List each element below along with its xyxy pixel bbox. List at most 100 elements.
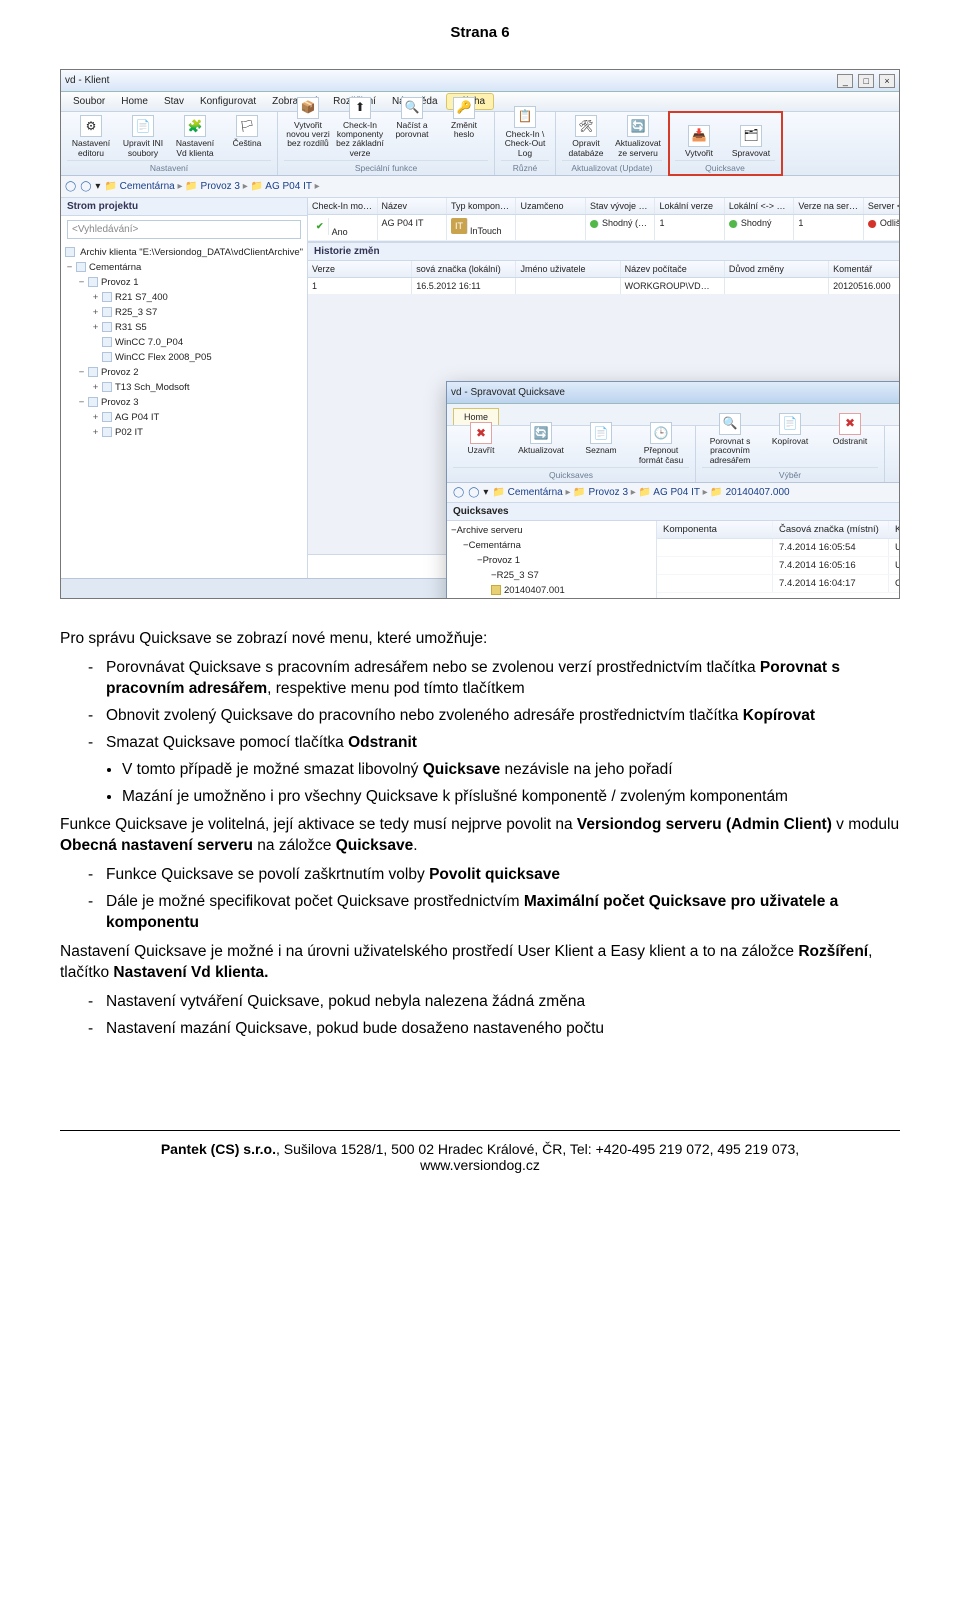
- project-tree[interactable]: Archiv klienta "E:\Versiondog_DATA\vdCli…: [61, 243, 307, 578]
- menu-soubor[interactable]: Soubor: [65, 94, 113, 109]
- popup-title: vd - Spravovat Quicksave: [451, 387, 565, 398]
- tree-node[interactable]: −Cementárna: [65, 260, 303, 275]
- history-title: Historie změn: [308, 243, 900, 261]
- quicksaves-panel-title: Quicksaves: [447, 503, 900, 521]
- quicksave-tree[interactable]: −Archive serveru−Cementárna−Provoz 1−R25…: [447, 521, 657, 599]
- ribbon-btn-vytvořit[interactable]: 📥Vytvořit: [675, 123, 723, 160]
- breadcrumb-item[interactable]: 📁 AG P04 IT: [251, 181, 312, 192]
- menu-home[interactable]: Home: [113, 94, 156, 109]
- btn-icon: 🔍: [719, 413, 741, 435]
- paragraph-3: Nastavení Quicksave je možné i na úrovni…: [60, 942, 900, 984]
- ribbon-icon: 🗂: [740, 125, 762, 147]
- popup-breadcrumb-item[interactable]: 📁 Provoz 3: [573, 487, 628, 498]
- minimize-button[interactable]: _: [837, 74, 853, 88]
- qs-table-row[interactable]: 7.4.2014 16:04:17Obrazovka Linka AD: [657, 575, 900, 593]
- ribbon-btn-vytvořit-novou-verzi-bez-rozdílů[interactable]: 📦Vytvořit novou verzi bez rozdílů: [284, 95, 332, 160]
- ribbon-btn-čeština[interactable]: 🏳Čeština: [223, 113, 271, 160]
- tree-node[interactable]: WinCC 7.0_P04: [65, 335, 303, 350]
- popup-breadcrumb: ◯◯▾ 📁 Cementárna ▸ 📁 Provoz 3 ▸ 📁 AG P04…: [447, 483, 900, 503]
- maximize-button[interactable]: □: [858, 74, 874, 88]
- ribbon-group-různé: 📋Check-In \ Check-Out LogRůzné: [495, 112, 556, 175]
- folder-icon: [65, 247, 75, 257]
- popup-breadcrumb-item[interactable]: 📁 20140407.000: [710, 487, 789, 498]
- popup-btn-přepnout-formát-času[interactable]: 🕒Přepnout formát času: [633, 420, 689, 467]
- tree-node[interactable]: +P02 IT: [65, 425, 303, 440]
- ribbon-btn-spravovat[interactable]: 🗂Spravovat: [727, 123, 775, 160]
- breadcrumb-item[interactable]: 📁 Provoz 3: [185, 181, 240, 192]
- ribbon: ⚙Nastavení editoru📄Upravit INI soubory🧩N…: [61, 112, 899, 176]
- qs-tree-node[interactable]: −Cementárna: [451, 538, 652, 553]
- ribbon-btn-check-in-komponenty-bez-základní-verze[interactable]: ⬆Check-In komponenty bez základní verze: [336, 95, 384, 160]
- folder-icon: [102, 337, 112, 347]
- page-footer: Pantek (CS) s.r.o., Sušilova 1528/1, 500…: [60, 1130, 900, 1173]
- history-panel: Historie změn Verzesová značka (lokální)…: [308, 242, 900, 295]
- tree-node[interactable]: +R21 S7_400: [65, 290, 303, 305]
- btn-icon: 📄: [590, 422, 612, 444]
- folder-icon: [88, 277, 98, 287]
- paragraph-2: Funkce Quicksave je volitelná, její akti…: [60, 815, 900, 857]
- grid-row[interactable]: ✔AnoAG P04 ITITInTouchShodný (7.4.2014 1…: [308, 215, 900, 241]
- ribbon-btn-načíst-a-porovnat[interactable]: 🔍Načíst a porovnat: [388, 95, 436, 160]
- close-button[interactable]: ×: [879, 74, 895, 88]
- file-icon: [491, 585, 501, 595]
- ribbon-icon: ⚙: [80, 115, 102, 137]
- btn-icon: 🔄: [530, 422, 552, 444]
- folder-icon: [102, 412, 112, 422]
- qs-tree-node[interactable]: 20140407.000: [451, 598, 652, 599]
- popup-btn-odstranit[interactable]: ✖Odstranit: [822, 411, 878, 467]
- popup-btn-porovnat-s-pracovním-adresářem[interactable]: 🔍Porovnat s pracovním adresářem: [702, 411, 758, 467]
- btn-icon: ✖: [470, 422, 492, 444]
- tree-node[interactable]: +T13 Sch_Modsoft: [65, 380, 303, 395]
- qs-tree-node[interactable]: −Provoz 1: [451, 553, 652, 568]
- ribbon-group-quicksave: 📥Vytvořit🗂SpravovatQuicksave: [669, 112, 782, 175]
- ribbon-icon: 🧩: [184, 115, 206, 137]
- menu-stav[interactable]: Stav: [156, 94, 192, 109]
- article-body: Pro správu Quicksave se zobrazí nové men…: [60, 629, 900, 1040]
- ribbon-icon: 🛠: [575, 115, 597, 137]
- qs-table-row[interactable]: 7.4.2014 16:05:16Uprava 6.4.2014: [657, 557, 900, 575]
- popup-btn-seznam[interactable]: 📄Seznam: [573, 420, 629, 467]
- ribbon-btn-check-in-check-out-log[interactable]: 📋Check-In \ Check-Out Log: [501, 104, 549, 160]
- popup-breadcrumb-item[interactable]: 📁 Cementárna: [492, 487, 562, 498]
- popup-ribbon: ✖Uzavřít🔄Aktualizovat📄Seznam🕒Přepnout fo…: [447, 425, 900, 483]
- window-buttons: _ □ ×: [835, 74, 895, 88]
- ribbon-icon: ⬆: [349, 97, 371, 119]
- ribbon-btn-nastavení-vd-klienta[interactable]: 🧩Nastavení Vd klienta: [171, 113, 219, 160]
- qs-tree-node[interactable]: −Archive serveru: [451, 523, 652, 538]
- folder-icon: [102, 292, 112, 302]
- folder-icon: [102, 352, 112, 362]
- popup-breadcrumb-item[interactable]: 📁 AG P04 IT: [639, 487, 700, 498]
- ribbon-btn-upravit-ini-soubory[interactable]: 📄Upravit INI soubory: [119, 113, 167, 160]
- qs-tree-node[interactable]: 20140407.001: [451, 583, 652, 598]
- breadcrumb-item[interactable]: 📁 Cementárna: [104, 181, 174, 192]
- ribbon-btn-aktualizovat-ze-serveru[interactable]: 🔄Aktualizovat ze serveru: [614, 113, 662, 160]
- screenshot-main: vd - Klient _ □ × SouborHomeStavKonfigur…: [60, 69, 900, 599]
- ribbon-btn-změnit-heslo[interactable]: 🔑Změnit heslo: [440, 95, 488, 160]
- popup-btn-uzavřít[interactable]: ✖Uzavřít: [453, 420, 509, 467]
- bullet-list: V tomto případě je možné smazat libovoln…: [60, 760, 900, 808]
- tree-node[interactable]: −Provoz 1: [65, 275, 303, 290]
- tree-node[interactable]: −Provoz 2: [65, 365, 303, 380]
- tree-node[interactable]: −Provoz 3: [65, 395, 303, 410]
- popup-btn-kopírovat[interactable]: 📄Kopírovat: [762, 411, 818, 467]
- tree-node[interactable]: +R25_3 S7: [65, 305, 303, 320]
- tree-node[interactable]: +R31 S5: [65, 320, 303, 335]
- ribbon-btn-opravit-databáze[interactable]: 🛠Opravit databáze: [562, 113, 610, 160]
- footer-line1: , Sušilova 1528/1, 500 02 Hradec Králové…: [276, 1141, 799, 1157]
- tree-node[interactable]: WinCC Flex 2008_P05: [65, 350, 303, 365]
- tree-node[interactable]: +AG P04 IT: [65, 410, 303, 425]
- search-input[interactable]: <Vyhledávání>: [67, 220, 301, 239]
- ribbon-group-nastavení: ⚙Nastavení editoru📄Upravit INI soubory🧩N…: [61, 112, 278, 175]
- menu-konfigurovat[interactable]: Konfigurovat: [192, 94, 264, 109]
- dash-list-2: Funkce Quicksave se povolí zaškrtnutím v…: [60, 865, 900, 934]
- ribbon-btn-nastavení-editoru[interactable]: ⚙Nastavení editoru: [67, 113, 115, 160]
- qs-tree-node[interactable]: −R25_3 S7: [451, 568, 652, 583]
- popup-btn-aktualizovat[interactable]: 🔄Aktualizovat: [513, 420, 569, 467]
- list-item: Funkce Quicksave se povolí zaškrtnutím v…: [88, 865, 900, 886]
- dash-list-1: Porovnávat Quicksave s pracovním adresář…: [60, 658, 900, 754]
- ribbon-icon: 📦: [297, 97, 319, 119]
- page-header: Strana 6: [60, 24, 900, 41]
- ribbon-icon: 📋: [514, 106, 536, 128]
- folder-icon: [88, 367, 98, 377]
- qs-table-row[interactable]: 7.4.2014 16:05:54Uprava 7.4.2014: [657, 539, 900, 557]
